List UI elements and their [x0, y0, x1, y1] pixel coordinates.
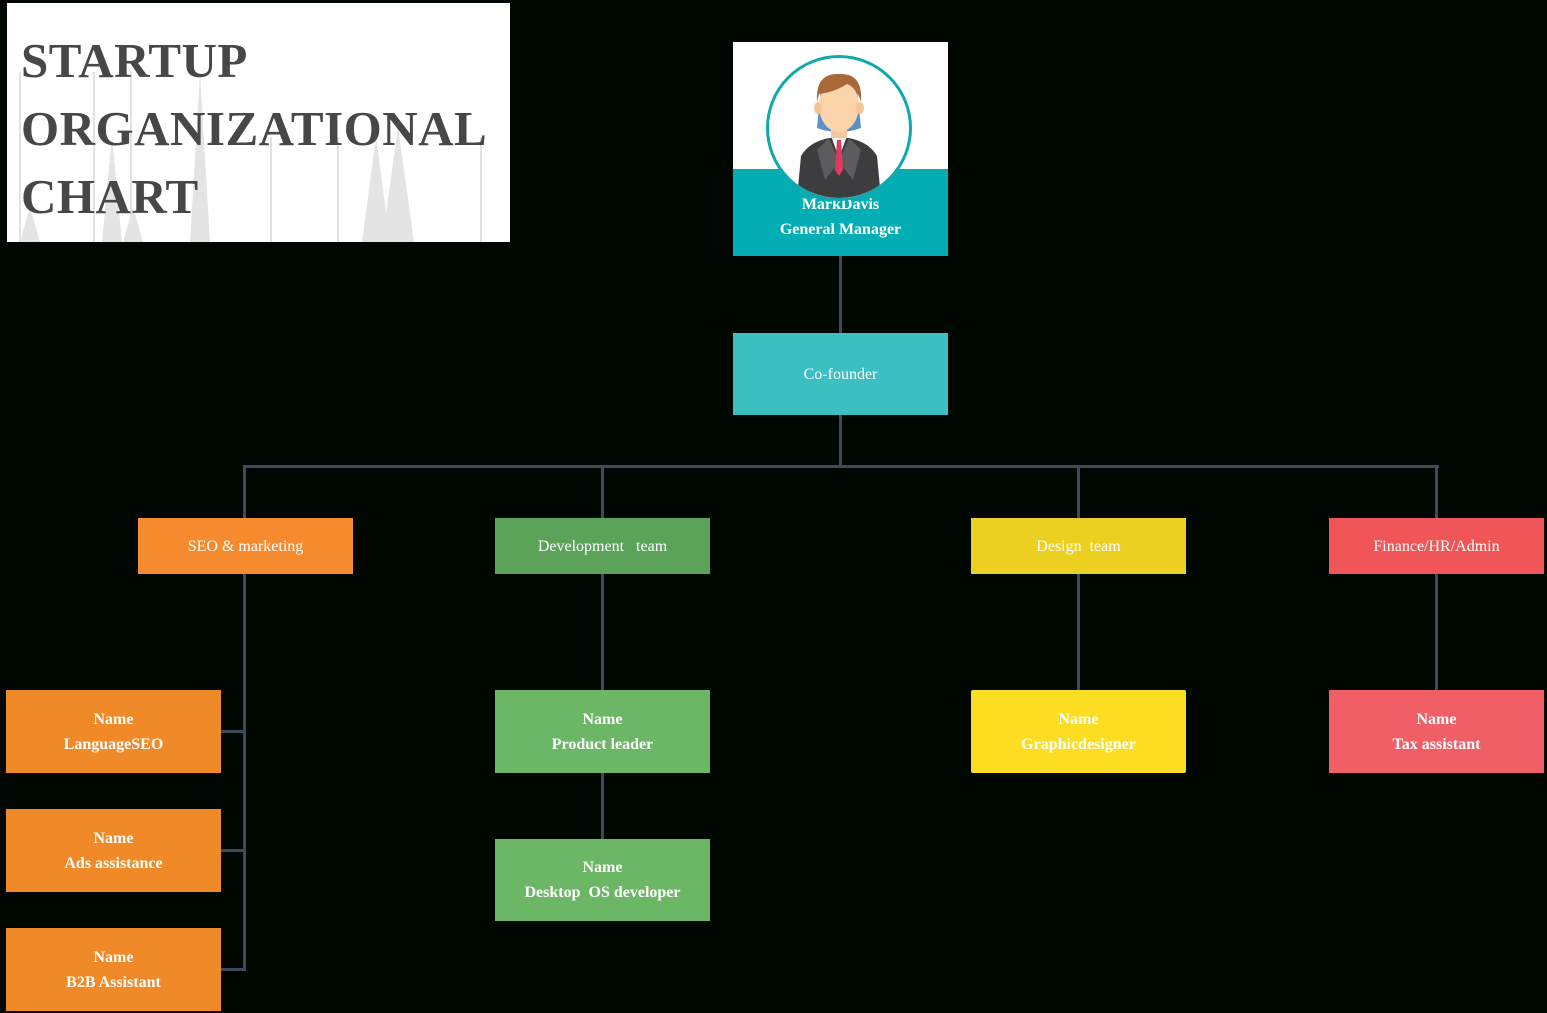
member-role: B2B Assistant [66, 973, 161, 991]
member-box[interactable]: Name Product leader [495, 690, 710, 773]
department-seo-marketing[interactable]: SEO & marketing [138, 518, 353, 574]
member-name: Name [582, 710, 623, 728]
department-label: Development team [537, 537, 668, 555]
connector-to-seo [243, 465, 246, 519]
department-label: Design team [1036, 537, 1121, 555]
connector-gm-cofounder [839, 256, 842, 334]
connector-dev-member [601, 573, 604, 691]
connector-design-member [1077, 573, 1080, 691]
title-line: CHART [21, 169, 199, 224]
member-role: LanguageSEO [63, 735, 164, 753]
member-role: Ads assistance [64, 854, 163, 872]
connector-to-dev [601, 465, 604, 519]
connector-to-design [1077, 465, 1080, 519]
member-box[interactable]: Name Desktop OS developer [495, 839, 710, 921]
department-development[interactable]: Development team [495, 518, 710, 574]
member-role: Tax assistant [1392, 735, 1481, 753]
member-box[interactable]: Name Tax assistant [1329, 690, 1544, 773]
member-name: Name [93, 829, 134, 847]
cofounder-box[interactable]: Co-founder [733, 333, 948, 415]
department-label: SEO & marketing [187, 537, 304, 555]
connector-finance-member [1435, 573, 1438, 691]
person-avatar-icon [766, 55, 912, 201]
member-box[interactable]: Name Graphicdesigner [971, 690, 1186, 773]
department-label: Finance/HR/Admin [1373, 537, 1500, 555]
member-box[interactable]: Name B2B Assistant [6, 928, 221, 1011]
connector-seo-member [220, 730, 246, 733]
member-role: Product leader [551, 735, 654, 753]
connector-cofounder-bus [839, 415, 842, 467]
cofounder-label: Co-founder [803, 365, 878, 383]
member-name: Name [1058, 710, 1099, 728]
member-name: Name [93, 948, 134, 966]
connector-dev-member [601, 772, 604, 840]
connector-department-bus [243, 465, 1439, 468]
title-line: STARTUP [21, 33, 248, 88]
member-name: Name [1416, 710, 1457, 728]
connector-seo-member [220, 849, 246, 852]
member-box[interactable]: Name Ads assistance [6, 809, 221, 892]
connector-seo-spine [243, 573, 246, 971]
title-line: ORGANIZATIONAL [21, 101, 488, 156]
title-card: STARTUP ORGANIZATIONAL CHART [7, 3, 510, 242]
member-name: Name [582, 859, 623, 876]
chart-title: STARTUP ORGANIZATIONAL CHART [21, 27, 487, 231]
member-box[interactable]: Name LanguageSEO [6, 690, 221, 773]
gm-role: General Manager [779, 220, 902, 238]
member-role: Desktop OS developer [524, 884, 681, 901]
department-design[interactable]: Design team [971, 518, 1186, 574]
member-name: Name [93, 710, 134, 728]
connector-seo-member [220, 968, 246, 971]
member-role: Graphicdesigner [1021, 735, 1136, 753]
connector-to-finance [1435, 465, 1438, 519]
department-finance-hr-admin[interactable]: Finance/HR/Admin [1329, 518, 1544, 574]
